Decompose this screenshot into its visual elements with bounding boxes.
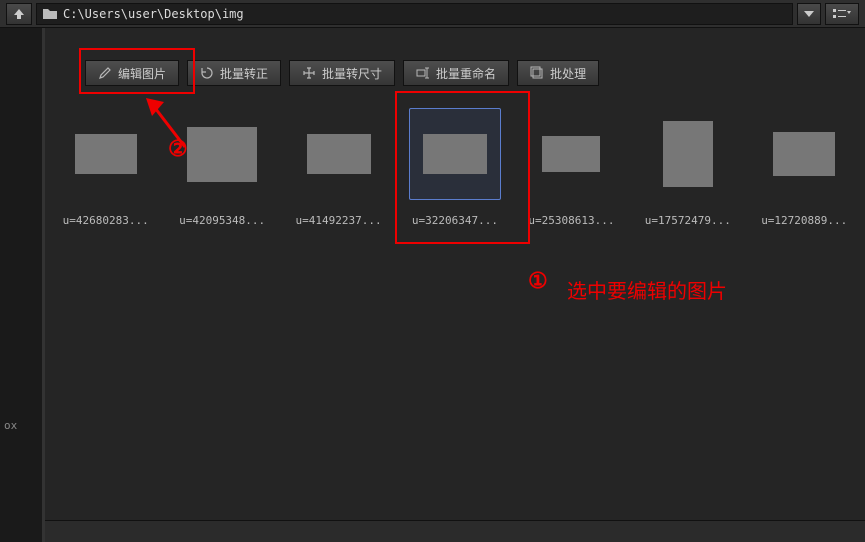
thumbnail-label: u=25308613... [528,214,614,227]
batch-process-label: 批处理 [550,65,586,82]
thumbnail-image [542,136,600,172]
batch-process-button[interactable]: 批处理 [517,60,599,86]
path-text: C:\Users\user\Desktop\img [63,7,244,21]
thumbnail-image [307,134,371,174]
left-panel: ox [0,28,45,542]
status-bar [45,520,865,542]
rotate-icon [200,66,214,80]
folder-icon [43,8,57,20]
thumbnail-item[interactable]: u=41492237... [288,108,389,227]
thumbnail-image [423,134,487,174]
annotation-caption: 选中要编辑的图片 [567,275,727,304]
thumbnail-imgbox [409,108,501,200]
edit-image-button[interactable]: 编辑图片 [85,60,179,86]
thumbnail-item[interactable]: u=42095348... [171,108,272,227]
thumbnail-image [663,121,713,187]
edit-image-label: 编辑图片 [118,65,166,82]
thumbnail-grid: u=42680283... u=42095348... u=41492237... u… [55,108,855,227]
thumbnail-label: u=42095348... [179,214,265,227]
rename-icon [416,66,430,80]
batch-resize-label: 批量转尺寸 [322,65,382,82]
batch-rotate-label: 批量转正 [220,65,268,82]
pencil-icon [98,66,112,80]
thumbnail-item[interactable]: u=42680283... [55,108,156,227]
thumbnail-item[interactable]: u=25308613... [521,108,622,227]
thumbnail-label: u=17572479... [645,214,731,227]
thumbnail-item[interactable]: u=32206347... [404,108,505,227]
thumbnail-imgbox [176,108,268,200]
toolbar: 编辑图片 批量转正 批量转尺寸 批量重命名 批处理 [0,28,865,96]
thumbnail-item[interactable]: u=17572479... [637,108,738,227]
thumbnail-imgbox [525,108,617,200]
thumbnail-imgbox [60,108,152,200]
thumbnail-image [75,134,137,174]
path-input[interactable]: C:\Users\user\Desktop\img [36,3,793,25]
path-bar: C:\Users\user\Desktop\img [0,0,865,28]
path-dropdown[interactable] [797,3,821,25]
thumbnail-label: u=12720889... [761,214,847,227]
thumbnail-imgbox [642,108,734,200]
thumbnail-label: u=41492237... [296,214,382,227]
up-button[interactable] [6,3,32,25]
batch-rename-button[interactable]: 批量重命名 [403,60,509,86]
thumbnail-label: u=42680283... [63,214,149,227]
batch-rename-label: 批量重命名 [436,65,496,82]
resize-icon [302,66,316,80]
thumbnail-image [773,132,835,176]
view-options-button[interactable] [825,3,859,25]
batch-resize-button[interactable]: 批量转尺寸 [289,60,395,86]
thumbnail-item[interactable]: u=12720889... [754,108,855,227]
thumbnail-imgbox [758,108,850,200]
left-panel-label: ox [4,419,17,432]
batch-icon [530,66,544,80]
annotation-number-1: ① [528,268,548,294]
thumbnail-imgbox [293,108,385,200]
thumbnail-label: u=32206347... [412,214,498,227]
thumbnail-image [187,127,257,182]
batch-rotate-button[interactable]: 批量转正 [187,60,281,86]
